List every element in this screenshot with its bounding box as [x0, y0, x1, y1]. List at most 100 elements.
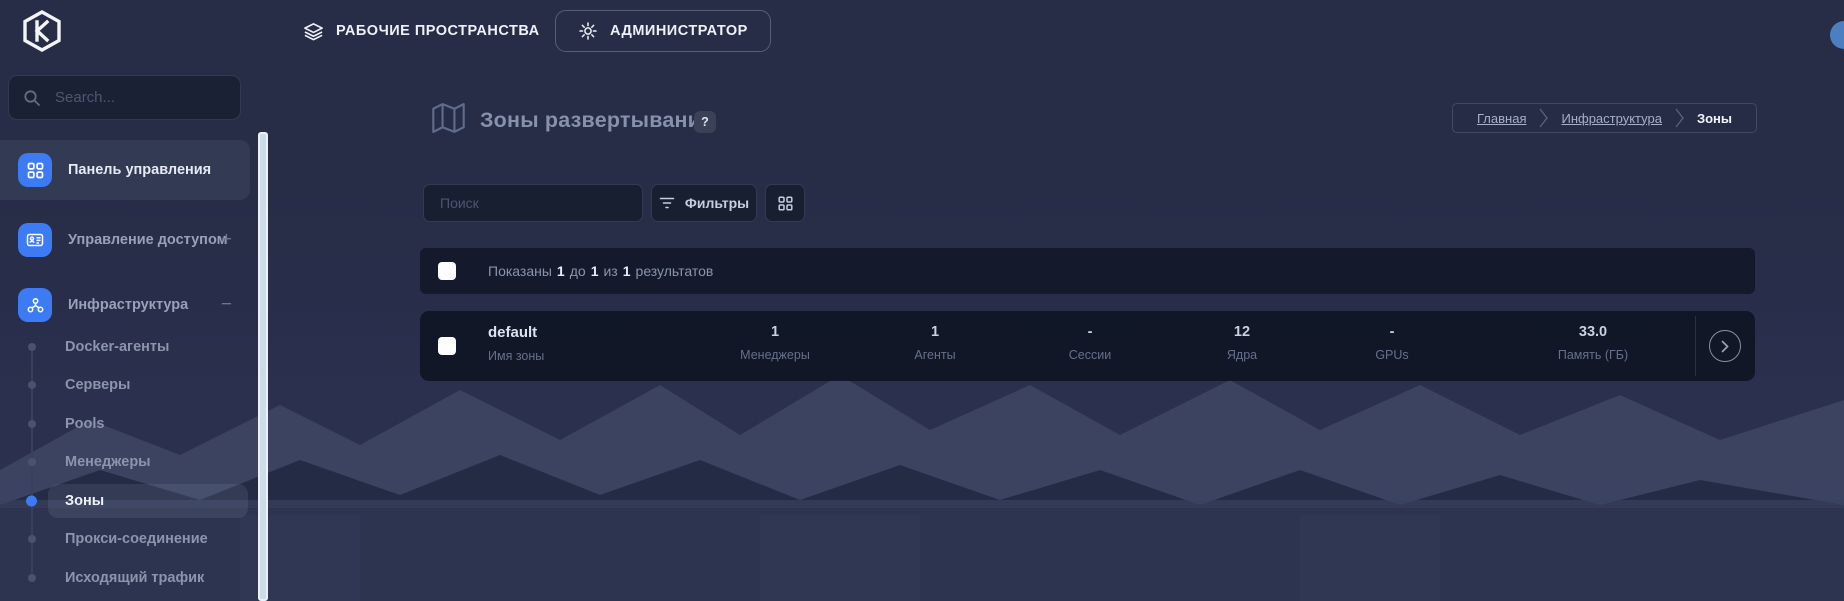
cluster-icon: [18, 288, 52, 322]
table-search-input[interactable]: [438, 194, 628, 212]
user-avatar[interactable]: [1830, 21, 1844, 49]
row-divider: [1695, 316, 1696, 376]
bullet-dot-icon: [26, 496, 37, 507]
bullet-dot-icon: [28, 343, 36, 351]
bullet-dot-icon: [28, 574, 36, 582]
breadcrumb: Главная Инфраструктура Зоны: [1452, 103, 1757, 133]
table-summary-bar: Показаны1до1из1результатов: [420, 248, 1755, 294]
cell-label: GPUs: [1375, 348, 1408, 362]
filter-icon: [659, 196, 675, 210]
grid-icon: [778, 196, 793, 211]
zone-name-cell: default Имя зоны: [488, 311, 544, 363]
search-icon: [23, 89, 41, 107]
bullet-dot-icon: [28, 458, 36, 466]
sidebar-subitem-zones[interactable]: Зоны: [0, 484, 250, 518]
cell-label: Память (ГБ): [1558, 348, 1628, 362]
chevron-right-icon: [1721, 340, 1729, 353]
app-window: РАБОЧИЕ ПРОСТРАНСТВА АДМИНИСТРАТОР: [0, 0, 1844, 601]
map-icon: [430, 101, 467, 135]
summary-word: из: [603, 263, 617, 279]
sidebar-scrollbar[interactable]: [258, 132, 268, 601]
chevron-separator-icon: [1539, 108, 1548, 128]
bullet-dot-icon: [28, 381, 36, 389]
sidebar: Панель управления Управление доступом + …: [0, 62, 250, 601]
sidebar-item-label: Управление доступом: [68, 232, 227, 248]
background-photo: [0, 0, 1844, 601]
agents-cell: 1 Агенты: [914, 311, 955, 362]
cell-value: 1: [914, 324, 955, 340]
dashboard-icon: [18, 153, 52, 187]
filters-button[interactable]: Фильтры: [651, 184, 757, 222]
sidebar-subitem-pools[interactable]: Pools: [0, 407, 250, 441]
sidebar-subitem-label: Менеджеры: [65, 454, 151, 470]
top-bar: РАБОЧИЕ ПРОСТРАНСТВА АДМИНИСТРАТОР: [0, 0, 1844, 62]
summary-total: 1: [623, 263, 631, 279]
nav-workspaces[interactable]: РАБОЧИЕ ПРОСТРАНСТВА: [303, 0, 540, 62]
cell-label: Агенты: [914, 348, 955, 362]
sidebar-item-access[interactable]: Управление доступом +: [0, 210, 250, 270]
results-summary: Показаны1до1из1результатов: [488, 263, 718, 279]
sessions-cell: - Сессии: [1069, 311, 1111, 362]
breadcrumb-current-zones: Зоны: [1697, 111, 1732, 126]
expand-plus-icon[interactable]: +: [221, 229, 232, 251]
cell-value: 12: [1227, 324, 1257, 340]
gpus-cell: - GPUs: [1375, 311, 1408, 362]
sidebar-search[interactable]: [8, 75, 241, 120]
bullet-dot-icon: [28, 420, 36, 428]
summary-word: Показаны: [488, 263, 552, 279]
sidebar-subitem-label: Pools: [65, 416, 104, 432]
sidebar-subitem-label: Прокси-соединение: [65, 531, 208, 547]
sidebar-item-infrastructure[interactable]: Инфраструктура −: [0, 275, 250, 335]
app-logo[interactable]: [20, 9, 64, 53]
cell-label: Ядра: [1227, 348, 1257, 362]
id-card-icon: [18, 223, 52, 257]
admin-button[interactable]: АДМИНИСТРАТОР: [555, 10, 771, 52]
cell-value: -: [1069, 324, 1111, 340]
nav-workspaces-label: РАБОЧИЕ ПРОСТРАНСТВА: [336, 23, 540, 39]
row-checkbox[interactable]: [438, 337, 456, 355]
collapse-minus-icon[interactable]: −: [221, 294, 232, 316]
sidebar-subitem-servers[interactable]: Серверы: [0, 368, 250, 402]
sidebar-item-label: Панель управления: [68, 162, 211, 178]
sidebar-subitem-label: Docker-агенты: [65, 339, 169, 355]
chevron-separator-icon: [1675, 108, 1684, 128]
table-row[interactable]: default Имя зоны 1 Менеджеры 1 Агенты - …: [420, 311, 1755, 381]
select-all-checkbox[interactable]: [438, 262, 456, 280]
summary-to: 1: [591, 263, 599, 279]
breadcrumb-link-infrastructure[interactable]: Инфраструктура: [1561, 111, 1661, 126]
cell-label: Сессии: [1069, 348, 1111, 362]
sidebar-subitem-label: Исходящий трафик: [65, 570, 204, 586]
cell-value: -: [1375, 324, 1408, 340]
filters-button-label: Фильтры: [685, 195, 749, 211]
summary-word: результатов: [636, 263, 714, 279]
table-search[interactable]: [423, 184, 643, 222]
cell-label: Менеджеры: [740, 348, 810, 362]
breadcrumb-link-home[interactable]: Главная: [1477, 111, 1526, 126]
page-title: Зоны развертывания: [480, 103, 714, 137]
managers-cell: 1 Менеджеры: [740, 311, 810, 362]
help-badge[interactable]: ?: [694, 111, 716, 133]
bullet-dot-icon: [28, 535, 36, 543]
grid-view-button[interactable]: [765, 184, 805, 222]
cell-value: 1: [740, 324, 810, 340]
memory-cell: 33.0 Память (ГБ): [1558, 311, 1628, 362]
gear-icon: [578, 21, 598, 41]
sidebar-subitem-managers[interactable]: Менеджеры: [0, 445, 250, 479]
open-row-button[interactable]: [1709, 330, 1741, 362]
admin-button-label: АДМИНИСТРАТОР: [610, 23, 748, 39]
zone-name-value: default: [488, 324, 544, 341]
sidebar-subitem-label: Зоны: [65, 493, 104, 509]
cores-cell: 12 Ядра: [1227, 311, 1257, 362]
sidebar-item-label: Инфраструктура: [68, 297, 188, 313]
sidebar-subitem-docker-agents[interactable]: Docker-агенты: [0, 330, 250, 364]
layers-icon: [303, 21, 324, 42]
summary-from: 1: [557, 263, 565, 279]
cell-value: 33.0: [1558, 324, 1628, 340]
sidebar-search-input[interactable]: [53, 88, 256, 107]
sidebar-item-dashboard[interactable]: Панель управления: [0, 140, 250, 200]
summary-word: до: [570, 263, 586, 279]
sidebar-subitem-proxy[interactable]: Прокси-соединение: [0, 522, 250, 556]
sidebar-subitem-label: Серверы: [65, 377, 130, 393]
sidebar-subitem-outbound[interactable]: Исходящий трафик: [0, 561, 250, 595]
zone-name-label: Имя зоны: [488, 349, 544, 363]
